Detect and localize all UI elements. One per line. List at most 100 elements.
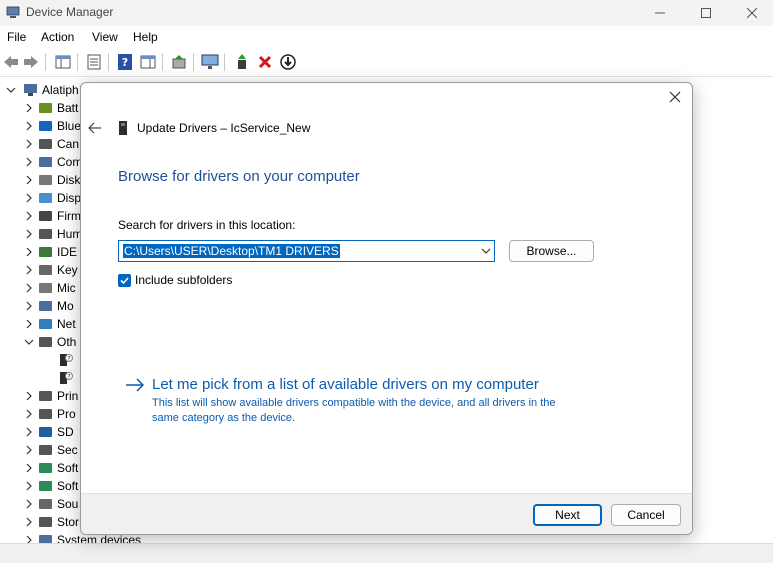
- next-button[interactable]: Next: [533, 504, 602, 526]
- chevron-right-icon[interactable]: [24, 427, 34, 437]
- chevron-right-icon[interactable]: [24, 157, 34, 167]
- chevron-right-icon[interactable]: [24, 499, 34, 509]
- tree-item-label: Soft: [57, 479, 79, 493]
- console-tree-icon: [55, 55, 71, 69]
- include-subfolders-checkbox[interactable]: [118, 274, 131, 287]
- driver-path-value: C:\Users\USER\Desktop\TM1 DRIVERS: [123, 244, 340, 258]
- chevron-right-icon[interactable]: [24, 175, 34, 185]
- svg-text:?: ?: [122, 56, 128, 69]
- disable-device-button[interactable]: [279, 53, 297, 71]
- tree-item-label: Mic: [57, 281, 76, 295]
- close-window-button[interactable]: [729, 0, 773, 26]
- dialog-title: Update Drivers – IcService_New: [137, 121, 311, 135]
- device-category-icon: [39, 121, 52, 131]
- chevron-down-icon[interactable]: [6, 85, 16, 95]
- svg-text:?: ?: [67, 356, 70, 363]
- help-icon: ?: [118, 54, 132, 70]
- toolbar: ?: [0, 48, 773, 77]
- add-driver-button[interactable]: [233, 53, 251, 71]
- scan-hardware-button[interactable]: [201, 53, 219, 71]
- show-hide-console-tree-button[interactable]: [54, 53, 72, 71]
- pick-driver-link[interactable]: Let me pick from a list of available dri…: [152, 376, 539, 393]
- chevron-right-icon[interactable]: [24, 517, 34, 527]
- menu-file[interactable]: File: [7, 30, 26, 44]
- forward-arrow-icon: [24, 56, 38, 68]
- include-subfolders-label: Include subfolders: [135, 273, 233, 287]
- chevron-right-icon[interactable]: [24, 409, 34, 419]
- tree-item-label: Blue: [57, 119, 82, 133]
- tree-item-label: Batt: [57, 101, 79, 115]
- dialog-back-button[interactable]: [87, 120, 103, 136]
- device-category-icon: [39, 391, 52, 401]
- chevron-right-icon[interactable]: [24, 103, 34, 113]
- tree-item-label: Firm: [57, 209, 81, 223]
- tree-item-label: SD: [57, 425, 74, 439]
- status-bar: [0, 543, 773, 563]
- device-category-icon: [39, 481, 52, 491]
- tree-item-label: Disk: [57, 173, 81, 187]
- chevron-right-icon[interactable]: [24, 301, 34, 311]
- menu-view[interactable]: View: [92, 30, 118, 44]
- chevron-right-icon[interactable]: [24, 283, 34, 293]
- device-category-icon: [39, 283, 52, 293]
- properties-button[interactable]: [85, 53, 103, 71]
- pick-driver-desc-line2: same category as the device.: [152, 412, 296, 424]
- minimize-button[interactable]: [637, 0, 683, 26]
- help-button[interactable]: ?: [116, 53, 134, 71]
- tree-item-label: Pro: [57, 407, 76, 421]
- device-category-icon: [39, 301, 52, 311]
- arrow-right-icon: [126, 378, 145, 392]
- chevron-right-icon[interactable]: [24, 265, 34, 275]
- maximize-icon: [701, 8, 711, 18]
- chevron-right-icon[interactable]: [24, 121, 34, 131]
- device-category-icon: [39, 337, 52, 347]
- chevron-right-icon[interactable]: [24, 211, 34, 221]
- cancel-button[interactable]: Cancel: [611, 504, 681, 526]
- properties-icon: [87, 54, 101, 70]
- uninstall-device-button[interactable]: [256, 53, 274, 71]
- title-bar: Device Manager: [0, 0, 773, 26]
- chevron-right-icon[interactable]: [24, 229, 34, 239]
- tree-item-label: Net: [57, 317, 76, 331]
- update-driver-icon: [172, 55, 186, 69]
- tree-root-label: Alatiph: [42, 83, 79, 97]
- tree-item-label: Mo: [57, 299, 74, 313]
- chevron-right-icon[interactable]: [24, 463, 34, 473]
- chevron-right-icon[interactable]: [24, 481, 34, 491]
- back-button[interactable]: [2, 53, 20, 71]
- tree-item-label: Com: [57, 155, 83, 169]
- update-drivers-dialog: Update Drivers – IcService_New Browse fo…: [80, 82, 693, 535]
- action-pane-icon: [140, 55, 156, 69]
- driver-path-combobox[interactable]: C:\Users\USER\Desktop\TM1 DRIVERS: [118, 240, 495, 262]
- menu-action[interactable]: Action: [41, 30, 74, 44]
- device-icon: [119, 121, 127, 135]
- chevron-right-icon[interactable]: [24, 445, 34, 455]
- device-category-icon: [39, 499, 52, 509]
- dialog-close-button[interactable]: [667, 89, 683, 105]
- update-driver-button[interactable]: [170, 53, 188, 71]
- action-pane-button[interactable]: [139, 53, 157, 71]
- chevron-right-icon[interactable]: [24, 391, 34, 401]
- forward-button[interactable]: [22, 53, 40, 71]
- device-category-icon: [39, 463, 52, 473]
- tree-item-label: Key: [57, 263, 78, 277]
- device-category-icon: [39, 409, 52, 419]
- red-x-icon: [258, 55, 272, 69]
- chevron-right-icon[interactable]: [24, 247, 34, 257]
- maximize-button[interactable]: [683, 0, 729, 26]
- device-category-icon: [39, 193, 52, 203]
- chevron-down-icon[interactable]: [481, 247, 491, 255]
- dialog-heading: Browse for drivers on your computer: [118, 168, 360, 185]
- device-category-icon: [39, 175, 52, 185]
- chevron-right-icon[interactable]: [24, 193, 34, 203]
- chevron-right-icon[interactable]: [24, 139, 34, 149]
- chevron-right-icon[interactable]: [24, 319, 34, 329]
- device-category-icon: [39, 517, 52, 527]
- device-manager-icon: [6, 6, 20, 18]
- add-driver-icon: [238, 54, 246, 69]
- tree-item-label: Sec: [57, 443, 78, 457]
- menu-help[interactable]: Help: [133, 30, 158, 44]
- chevron-down-icon[interactable]: [24, 337, 34, 347]
- down-arrow-circle-icon: [280, 54, 296, 70]
- browse-button[interactable]: Browse...: [509, 240, 594, 262]
